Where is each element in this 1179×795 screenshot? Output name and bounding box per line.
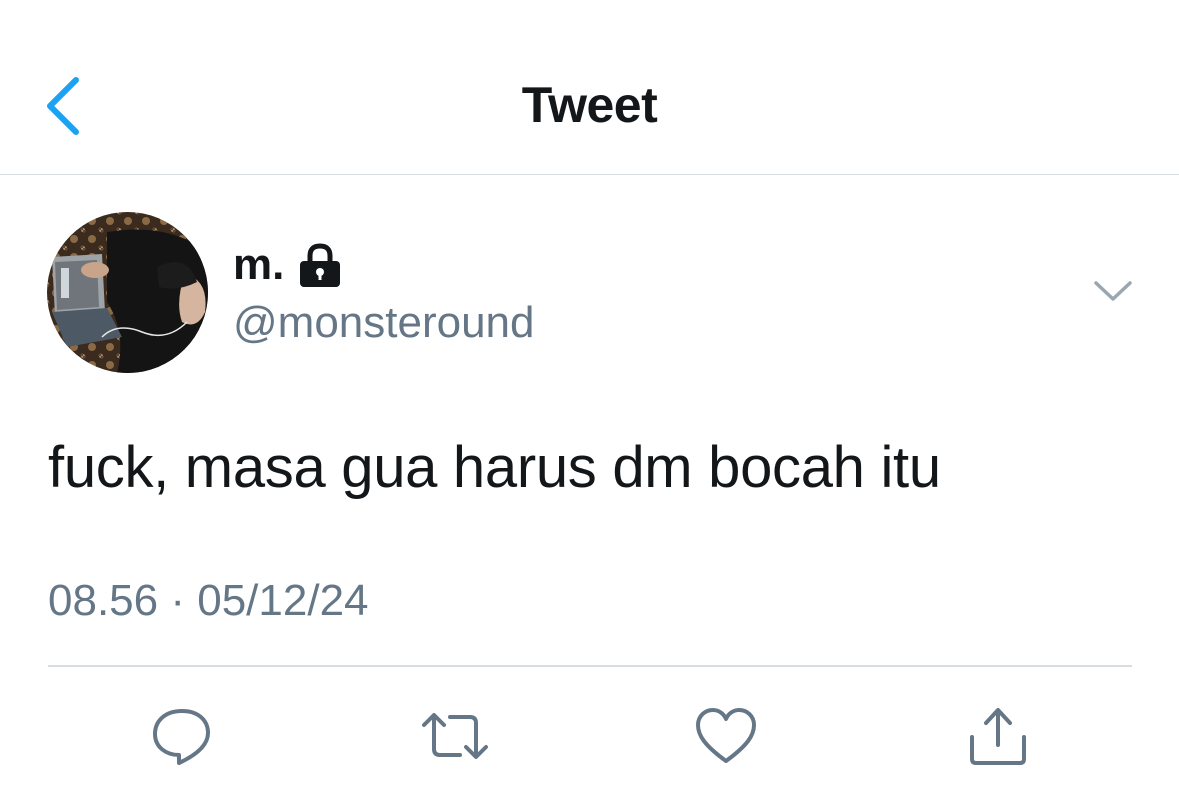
author-name-row[interactable]: m. [233, 240, 342, 290]
display-name: m. [233, 240, 285, 289]
share-button[interactable] [966, 705, 1030, 767]
tweet-time: 08.56 [48, 576, 159, 625]
actions-divider [48, 665, 1132, 667]
tweet-text: fuck, masa gua harus dm bocah itu [48, 435, 941, 500]
tweet-timestamp: 08.56 · 05/12/24 [48, 574, 369, 628]
reply-icon [153, 709, 210, 765]
author-handle[interactable]: @monsteround [233, 297, 535, 349]
like-button[interactable] [694, 705, 758, 767]
lock-icon [300, 243, 341, 287]
like-icon [696, 708, 756, 763]
avatar-image [47, 212, 208, 373]
chevron-down-icon [1094, 281, 1132, 301]
reply-button[interactable] [150, 705, 214, 767]
share-icon [970, 708, 1026, 765]
avatar[interactable] [47, 212, 208, 373]
retweet-icon [422, 713, 488, 759]
timestamp-separator: · [170, 576, 185, 625]
tweet-date: 05/12/24 [197, 576, 369, 625]
tweet-detail-screen: Tweet m. @monsteround fuck, masa gua har… [0, 0, 1179, 795]
retweet-button[interactable] [420, 705, 488, 767]
page-title: Tweet [521, 77, 658, 133]
tweet-menu-button[interactable] [1090, 275, 1136, 309]
navigation-bar: Tweet [0, 0, 1179, 175]
